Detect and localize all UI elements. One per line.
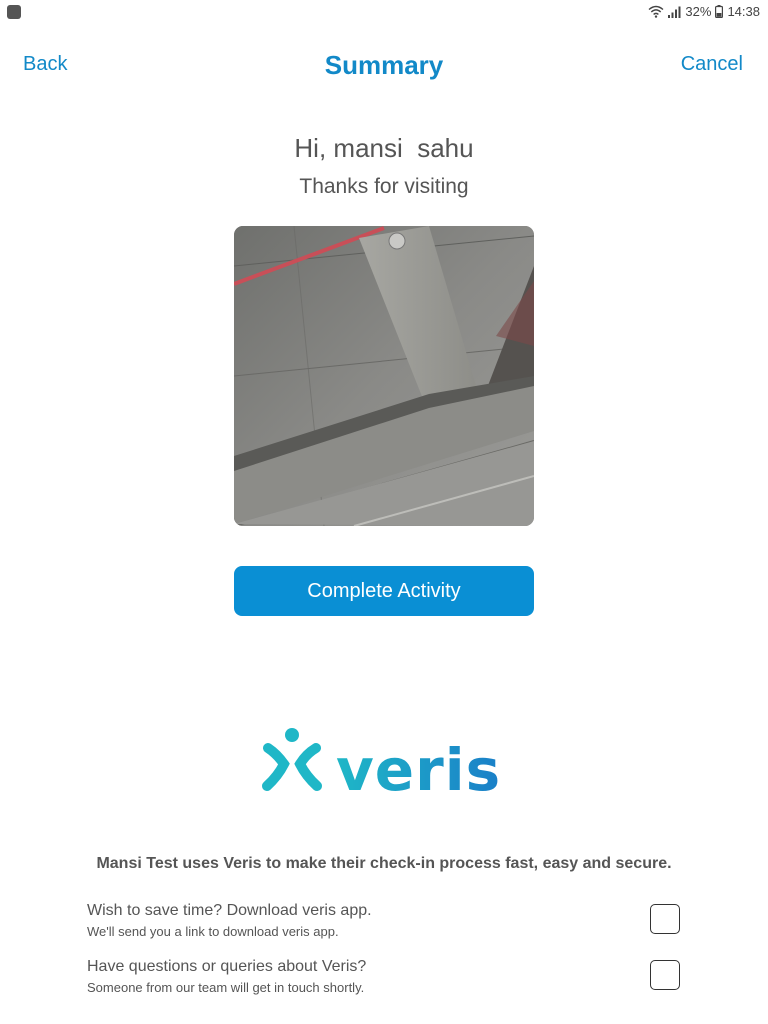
status-bar: 32% 14:38 [0,0,768,26]
option-title: Wish to save time? Download veris app. [87,902,372,919]
cancel-button[interactable]: Cancel [681,53,743,76]
thanks-text: Thanks for visiting [299,175,469,198]
status-indicators: 32% 14:38 [648,4,760,19]
visitor-photo [234,226,534,526]
veris-logo: veris [262,724,506,804]
page-title: Summary [324,50,444,80]
option-contact-team: Have questions or queries about Veris? S… [87,958,687,1002]
header: Back Summary Cancel [0,40,768,90]
clock: 14:38 [727,4,760,19]
battery-percent: 32% [685,4,712,19]
option-title: Have questions or queries about Veris? [87,958,367,975]
greeting-text: Hi, mansi sahu [294,133,474,163]
wifi-icon [648,5,664,18]
option-subtitle: We'll send you a link to download veris … [87,924,339,939]
complete-activity-button[interactable]: Complete Activity [234,566,534,616]
battery-icon [715,5,724,18]
photo-image [234,226,534,526]
svg-text:veris: veris [336,736,501,798]
app-notification-icon [7,5,21,19]
option-subtitle: Someone from our team will get in touch … [87,980,365,995]
veris-logo-mark: veris [262,728,501,804]
veris-disclaimer: Mansi Test uses Veris to make their chec… [96,855,672,872]
option-download-app: Wish to save time? Download veris app. W… [87,902,687,946]
contact-team-checkbox[interactable] [650,960,680,990]
signal-icon [668,6,681,18]
download-app-checkbox[interactable] [650,904,680,934]
